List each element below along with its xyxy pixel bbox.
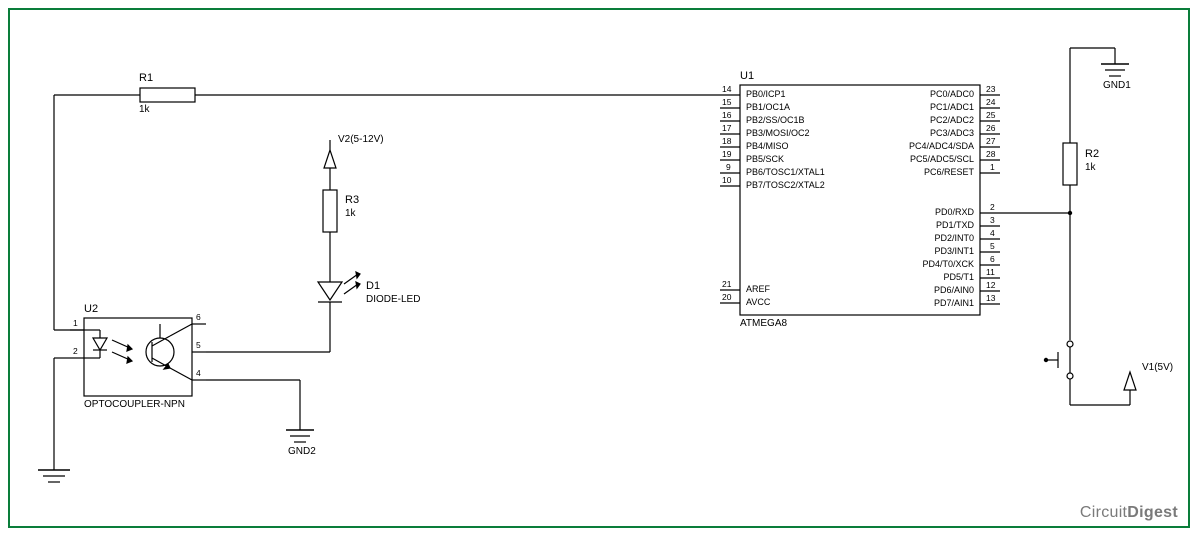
r1-val: 1k <box>139 104 150 115</box>
u1-pd-name-7: PD7/AIN1 <box>934 298 974 308</box>
u1-pc-num-6: 1 <box>990 162 995 172</box>
r1-ref: R1 <box>139 72 153 84</box>
u1-pc-name-6: PC6/RESET <box>924 167 974 177</box>
gnd2-label: GND2 <box>288 446 316 457</box>
u1-pc-name-3: PC3/ADC3 <box>930 128 974 138</box>
u1-left-num-2: 16 <box>722 110 731 120</box>
d1-val: DIODE-LED <box>366 294 420 305</box>
u1-pd-num-2: 4 <box>990 228 995 238</box>
u2-pin2: 2 <box>73 346 78 356</box>
u1-left-num-8: 21 <box>722 279 731 289</box>
u1-left-name-5: PB5/SCK <box>746 154 784 164</box>
v2-arrow-icon <box>324 150 336 168</box>
u1-left-num-9: 20 <box>722 292 731 302</box>
u1-left-num-0: 14 <box>722 84 731 94</box>
u1-pd-name-2: PD2/INT0 <box>934 233 974 243</box>
u1-left-num-7: 10 <box>722 175 731 185</box>
opto-led-icon <box>93 338 107 350</box>
u1-left-name-1: PB1/OC1A <box>746 102 790 112</box>
u1-pd-num-4: 6 <box>990 254 995 264</box>
u1-pc-num-3: 26 <box>986 123 995 133</box>
u1-left-num-3: 17 <box>722 123 731 133</box>
v1-arrow-icon <box>1124 372 1136 390</box>
r1-body <box>140 88 195 102</box>
u1-pc-name-0: PC0/ADC0 <box>930 89 974 99</box>
u1-pc-name-5: PC5/ADC5/SCL <box>910 154 974 164</box>
u1-left-name-0: PB0/ICP1 <box>746 89 786 99</box>
u1-pd-num-0: 2 <box>990 202 995 212</box>
u1-left-name-7: PB7/TOSC2/XTAL2 <box>746 180 825 190</box>
u2-ref: U2 <box>84 303 98 315</box>
d1-ref: D1 <box>366 280 380 292</box>
u1-pc-num-1: 24 <box>986 97 995 107</box>
u2-pin5: 5 <box>196 340 201 350</box>
u1-pd-name-4: PD4/T0/XCK <box>922 259 974 269</box>
u2-val: OPTOCOUPLER-NPN <box>84 399 185 410</box>
u1-left-name-3: PB3/MOSI/OC2 <box>746 128 810 138</box>
r2-body <box>1063 143 1077 185</box>
schematic-svg <box>0 0 1200 538</box>
u1-pd-name-5: PD5/T1 <box>943 272 974 282</box>
r3-val: 1k <box>345 208 356 219</box>
u1-pc-name-1: PC1/ADC1 <box>930 102 974 112</box>
r3-body <box>323 190 337 232</box>
u1-left-num-1: 15 <box>722 97 731 107</box>
u1-pc-name-2: PC2/ADC2 <box>930 115 974 125</box>
u1-pd-num-6: 12 <box>986 280 995 290</box>
u1-left-name-9: AVCC <box>746 297 770 307</box>
u1-left-num-4: 18 <box>722 136 731 146</box>
u2-pin1: 1 <box>73 318 78 328</box>
watermark: CircuitDigest <box>1080 504 1178 522</box>
u2-pin6: 6 <box>196 312 201 322</box>
u1-pd-name-0: PD0/RXD <box>935 207 974 217</box>
u1-ref: U1 <box>740 70 754 82</box>
d1-led-icon <box>318 282 342 300</box>
u1-left-num-5: 19 <box>722 149 731 159</box>
watermark-a: Circuit <box>1080 504 1127 521</box>
u1-val: ATMEGA8 <box>740 318 787 329</box>
u1-pd-num-5: 11 <box>986 267 995 277</box>
u1-pd-name-6: PD6/AIN0 <box>934 285 974 295</box>
u1-pd-name-3: PD3/INT1 <box>934 246 974 256</box>
v1-label: V1(5V) <box>1142 362 1173 373</box>
u1-left-num-6: 9 <box>726 162 731 172</box>
u1-pc-num-0: 23 <box>986 84 995 94</box>
u2-pin4: 4 <box>196 368 201 378</box>
u1-pd-name-1: PD1/TXD <box>936 220 974 230</box>
u1-pd-num-3: 5 <box>990 241 995 251</box>
u1-left-name-6: PB6/TOSC1/XTAL1 <box>746 167 825 177</box>
u1-pc-name-4: PC4/ADC4/SDA <box>909 141 974 151</box>
r2-ref: R2 <box>1085 148 1099 160</box>
u1-pd-num-1: 3 <box>990 215 995 225</box>
u1-pc-num-2: 25 <box>986 110 995 120</box>
r3-ref: R3 <box>345 194 359 206</box>
r2-val: 1k <box>1085 162 1096 173</box>
u1-left-name-8: AREF <box>746 284 770 294</box>
v2-label: V2(5-12V) <box>338 134 384 145</box>
schematic-stage: R1 1k R3 1k V2(5-12V) D1 DIODE-LED U2 OP… <box>0 0 1200 538</box>
gnd1-label: GND1 <box>1103 80 1131 91</box>
u1-left-name-2: PB2/SS/OC1B <box>746 115 805 125</box>
u1-pd-num-7: 13 <box>986 293 995 303</box>
u1-pc-num-5: 28 <box>986 149 995 159</box>
u1-left-name-4: PB4/MISO <box>746 141 789 151</box>
u1-pc-num-4: 27 <box>986 136 995 146</box>
watermark-b: Digest <box>1127 504 1178 521</box>
